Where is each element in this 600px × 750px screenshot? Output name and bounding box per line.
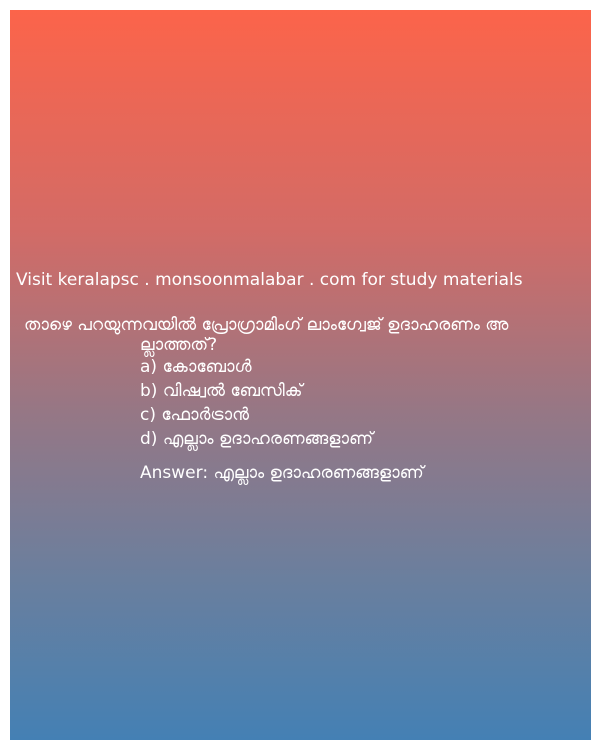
option-a: a) കോബോൾ	[140, 357, 252, 377]
option-d: d) എല്ലാം ഉദാഹരണങ്ങളാണ്	[140, 429, 374, 449]
option-c: c) ഫോർട്രാൻ	[140, 405, 250, 425]
question-text-line-1: താഴെ പറയുന്നവയിൽ പ്രോഗ്രാമിംഗ് ലാംഗ്വേജ്…	[24, 315, 509, 335]
answer-text: Answer: എല്ലാം ഉദാഹരണങ്ങളാണ്	[140, 463, 424, 483]
visit-site-text: Visit keralapsc . monsoonmalabar . com f…	[16, 270, 523, 290]
options-list: a) കോബോൾ b) വിഷ്വൽ ബേസിക് c) ഫോർട്രാൻ d)…	[140, 355, 373, 451]
option-b: b) വിഷ്വൽ ബേസിക്	[140, 381, 303, 401]
quiz-card: Visit keralapsc . monsoonmalabar . com f…	[10, 10, 591, 740]
question-text-line-2: ല്ലാത്തത്?	[140, 335, 218, 355]
